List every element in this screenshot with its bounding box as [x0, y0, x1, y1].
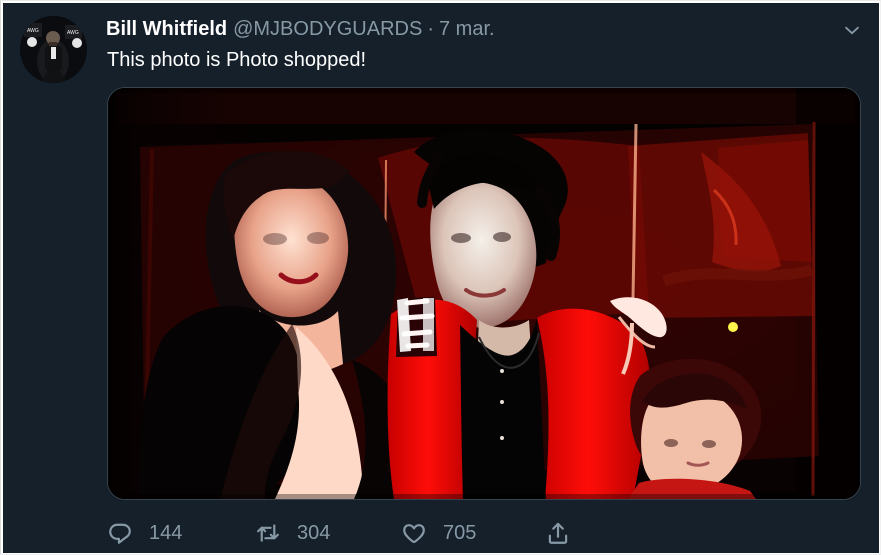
- photo: [108, 88, 860, 499]
- reply-icon: [109, 523, 131, 544]
- tweet-header: Bill Whitfield @MJBODYGUARDS · 7 mar.: [106, 17, 495, 41]
- avatar[interactable]: AWG AWG: [20, 16, 87, 83]
- retweet-button[interactable]: 304: [255, 519, 330, 547]
- retweet-icon: [257, 524, 279, 542]
- tweet-card: AWG AWG Bill Whitfield @MJBODYGUARDS · 7…: [3, 3, 879, 553]
- tweet-actions: 144 304 705: [107, 519, 627, 547]
- share-button[interactable]: [545, 519, 573, 547]
- header-separator: ·: [427, 18, 434, 40]
- tweet-frame: AWG AWG Bill Whitfield @MJBODYGUARDS · 7…: [0, 0, 881, 555]
- more-options-button[interactable]: [839, 17, 865, 43]
- svg-text:AWG: AWG: [67, 30, 79, 36]
- reply-button[interactable]: 144: [107, 519, 182, 547]
- avatar-image: AWG AWG: [20, 16, 87, 83]
- author-handle[interactable]: @MJBODYGUARDS: [233, 17, 422, 41]
- like-count: 705: [443, 522, 477, 544]
- reply-count: 144: [149, 522, 183, 544]
- chevron-down-icon: [845, 26, 859, 35]
- svg-text:AWG: AWG: [27, 28, 39, 34]
- tweet-timestamp[interactable]: 7 mar.: [439, 17, 495, 41]
- tweet-text: This photo is Photo shopped!: [107, 49, 367, 71]
- tweet-media-photo[interactable]: [107, 87, 861, 500]
- heart-icon: [403, 524, 425, 543]
- like-button[interactable]: 705: [401, 519, 476, 547]
- author-name[interactable]: Bill Whitfield: [106, 17, 227, 41]
- retweet-count: 304: [297, 522, 331, 544]
- share-icon: [548, 522, 568, 544]
